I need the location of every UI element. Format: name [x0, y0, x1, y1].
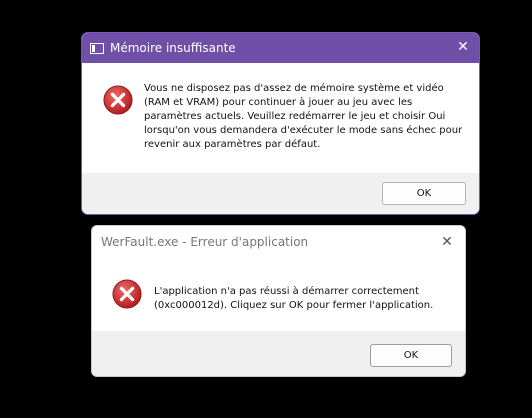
close-icon: ✕	[457, 39, 469, 55]
memory-dialog-close-button[interactable]: ✕	[455, 39, 471, 55]
error-icon	[112, 279, 142, 309]
werfault-dialog-titlebar[interactable]: WerFault.exe - Erreur d'application ✕	[92, 226, 465, 258]
werfault-ok-button[interactable]: OK	[370, 344, 452, 367]
error-icon	[103, 85, 133, 115]
memory-dialog-body: Vous ne disposez pas d'assez de mémoire …	[82, 63, 479, 174]
werfault-dialog-footer: OK	[92, 331, 465, 376]
werfault-dialog-title: WerFault.exe - Erreur d'application	[101, 235, 309, 249]
app-window-icon	[90, 42, 104, 54]
close-icon: ✕	[441, 234, 453, 250]
werfault-dialog-message: L'application n'a pas réussi à démarrer …	[154, 286, 434, 311]
memory-ok-button[interactable]: OK	[382, 182, 466, 205]
werfault-dialog-close-button[interactable]: ✕	[439, 234, 455, 250]
werfault-dialog: WerFault.exe - Erreur d'application ✕ L'…	[91, 225, 466, 377]
memory-dialog-footer: OK	[82, 173, 479, 214]
memory-dialog-message: Vous ne disposez pas d'assez de mémoire …	[144, 83, 463, 150]
memory-dialog-title: Mémoire insuffisante	[110, 41, 236, 55]
memory-dialog-titlebar[interactable]: Mémoire insuffisante ✕	[82, 33, 479, 63]
memory-dialog: Mémoire insuffisante ✕ Vous ne disposez …	[81, 32, 480, 215]
